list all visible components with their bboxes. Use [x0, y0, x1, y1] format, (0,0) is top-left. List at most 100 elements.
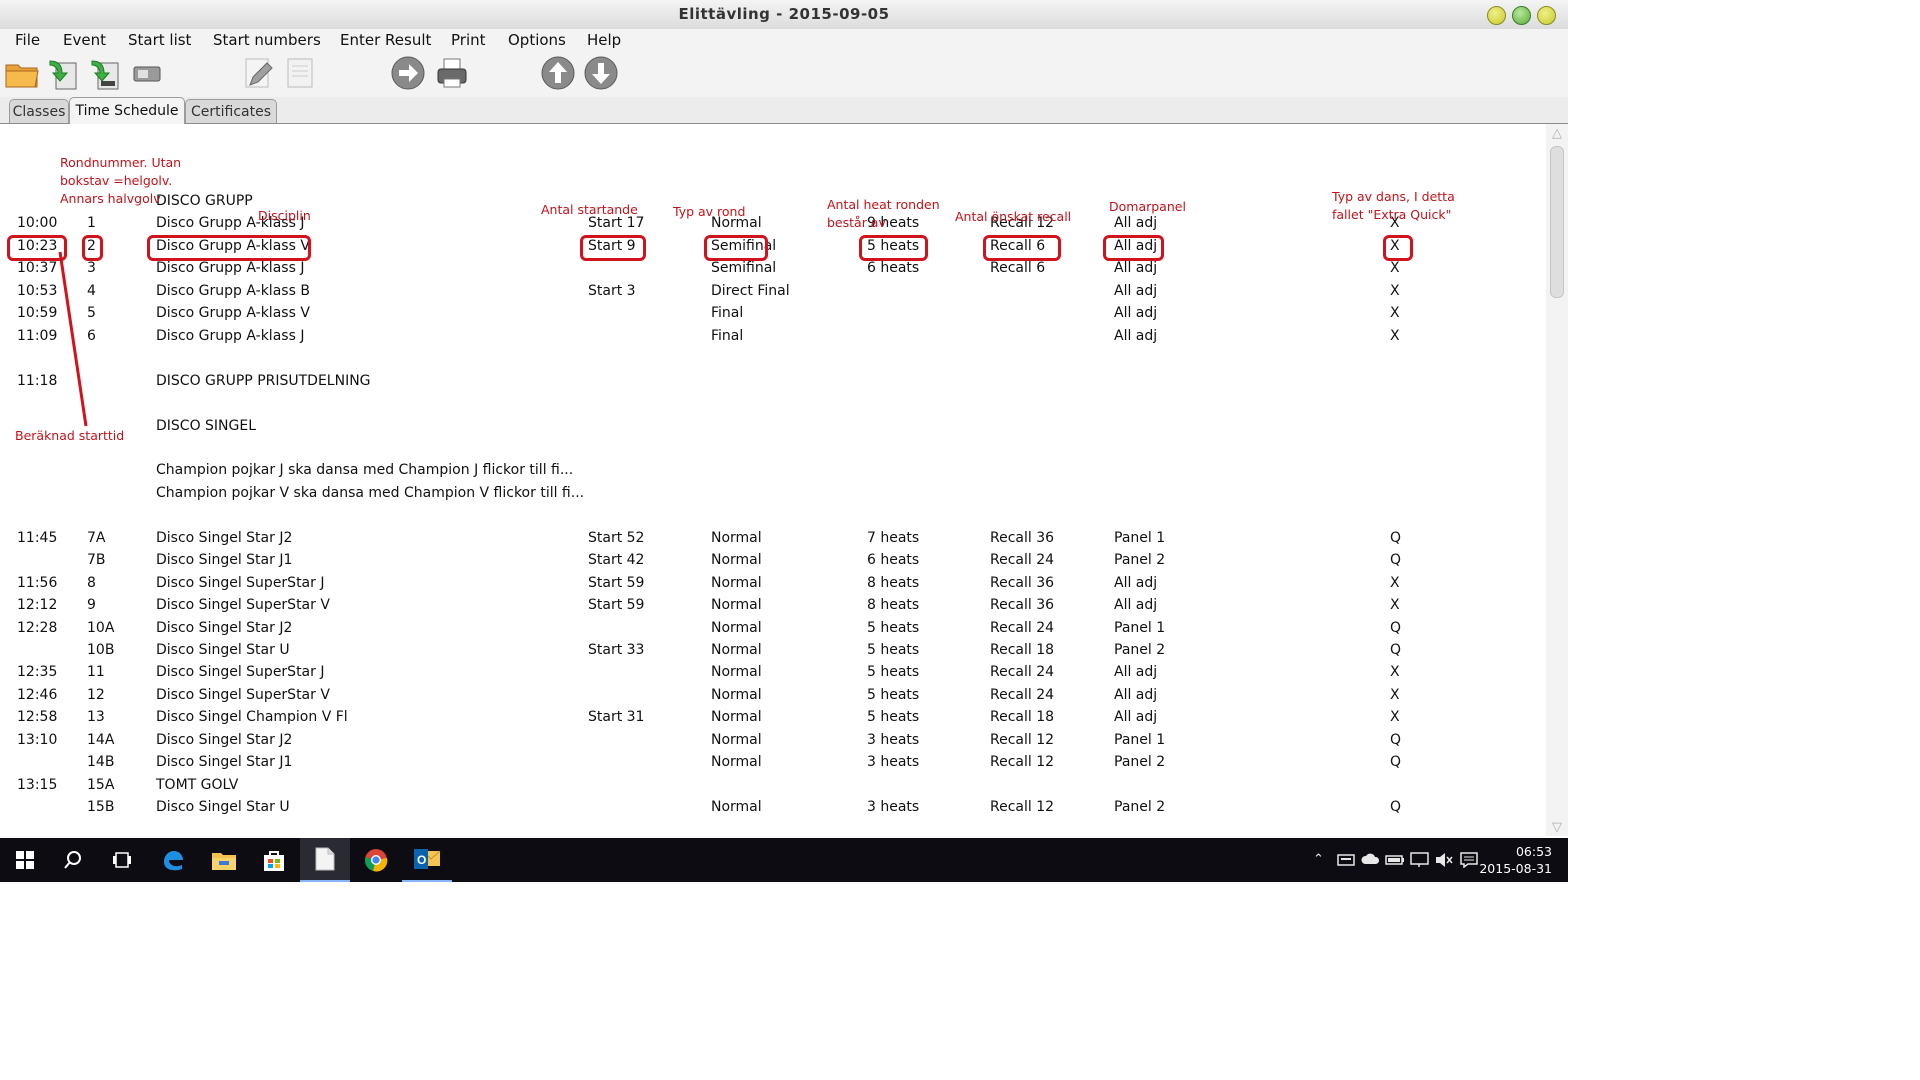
- schedule-row[interactable]: 11:45 7A Disco Singel Star J2 Start 52 Norma…: [2, 527, 1546, 549]
- display-icon[interactable]: [1410, 852, 1430, 872]
- tab-certificates[interactable]: Certificates: [185, 99, 277, 123]
- menu-event[interactable]: Event: [63, 31, 106, 49]
- schedule-row[interactable]: 10:59 5 Disco Grupp A-klass V Final All adj X: [2, 302, 1546, 324]
- menu-print[interactable]: Print: [451, 31, 486, 49]
- file-explorer-icon[interactable]: [199, 838, 249, 882]
- schedule-row[interactable]: 11:18 DISCO GRUPP PRISUTDELNING: [2, 370, 1546, 392]
- task-view-icon[interactable]: [97, 838, 147, 882]
- scrollbar-thumb[interactable]: [1550, 146, 1564, 298]
- row-round-number: 11: [87, 664, 105, 681]
- tab-time-schedule[interactable]: Time Schedule: [69, 97, 185, 124]
- row-recall: Recall 12: [990, 799, 1055, 816]
- edit-pencil-icon[interactable]: [240, 55, 276, 91]
- row-round-type: Normal: [711, 709, 762, 726]
- schedule-row[interactable]: [2, 347, 1546, 369]
- schedule-row[interactable]: Champion pojkar V ska dansa med Champion…: [2, 482, 1546, 504]
- schedule-row[interactable]: 11:56 8 Disco Singel SuperStar J Start 59 No…: [2, 572, 1546, 594]
- volume-muted-icon[interactable]: [1434, 852, 1454, 872]
- move-up-icon[interactable]: [540, 55, 576, 91]
- schedule-row[interactable]: 11:09 6 Disco Grupp A-klass J Final All adj X: [2, 325, 1546, 347]
- row-heats: 5 heats: [867, 686, 920, 703]
- close-button[interactable]: [1537, 6, 1556, 25]
- search-icon[interactable]: [48, 838, 98, 882]
- row-dance-type: X: [1390, 327, 1400, 344]
- schedule-row[interactable]: [2, 437, 1546, 459]
- usb-device-icon[interactable]: [130, 55, 166, 91]
- import-green-arrow-icon[interactable]: [46, 55, 82, 91]
- schedule-row[interactable]: 10:00 1 Disco Grupp A-klass J Start 17 Norma…: [2, 212, 1546, 234]
- menu-help[interactable]: Help: [587, 31, 621, 49]
- time-schedule-list[interactable]: 15B Disco Singel Star U Normal 3 heats Recal…: [2, 124, 1546, 836]
- schedule-row[interactable]: 12:58 13 Disco Singel Champion V Fl Start 3…: [2, 706, 1546, 728]
- row-judge-panel: All adj: [1114, 709, 1158, 726]
- schedule-row[interactable]: 10B Disco Singel Star U Start 33 Normal 5 he…: [2, 639, 1546, 661]
- row-judge-panel: Panel 2: [1114, 799, 1166, 816]
- row-dance-type: X: [1390, 709, 1400, 726]
- document-app-icon[interactable]: [300, 838, 350, 882]
- export-green-arrow-icon[interactable]: [88, 55, 124, 91]
- schedule-row[interactable]: [2, 392, 1546, 414]
- onedrive-cloud-icon[interactable]: [1361, 853, 1381, 869]
- row-dance-type: Q: [1390, 642, 1402, 658]
- action-center-icon[interactable]: [1460, 852, 1478, 872]
- scroll-down-icon[interactable]: ▽: [1549, 820, 1565, 835]
- network-drive-icon[interactable]: [1337, 853, 1355, 871]
- menu-file[interactable]: File: [15, 31, 40, 49]
- windows-start-icon[interactable]: [0, 838, 50, 882]
- vertical-scrollbar[interactable]: △ ▽: [1546, 124, 1568, 836]
- schedule-row[interactable]: 14B Disco Singel Star J1 Normal 3 heats Reca…: [2, 751, 1546, 773]
- row-dance-type: Q: [1390, 799, 1402, 816]
- row-recall: Recall 36: [990, 597, 1055, 614]
- row-discipline: Disco Singel SuperStar J: [156, 574, 325, 591]
- highlight-discipline: [147, 235, 311, 261]
- row-judge-panel: Panel 2: [1114, 754, 1166, 771]
- menu-start-numbers[interactable]: Start numbers: [213, 31, 321, 49]
- clock-time: 06:53: [1515, 844, 1552, 859]
- battery-icon[interactable]: [1385, 854, 1405, 870]
- row-round-type: Normal: [711, 686, 762, 703]
- highlight-dance: [1383, 235, 1413, 261]
- schedule-row[interactable]: 13:10 14A Disco Singel Star J2 Normal 3 heat…: [2, 729, 1546, 751]
- menu-start-list[interactable]: Start list: [128, 31, 191, 49]
- schedule-row[interactable]: [2, 504, 1546, 526]
- taskbar: O ⌃ 06:53 2015-08-31: [0, 838, 1568, 882]
- schedule-row[interactable]: 12:46 12 Disco Singel SuperStar V Normal 5 h…: [2, 684, 1546, 706]
- row-dance-type: Q: [1390, 619, 1402, 636]
- schedule-row[interactable]: 7B Disco Singel Star J1 Start 42 Normal 6 he…: [2, 549, 1546, 571]
- row-recall: Recall 12: [990, 754, 1055, 771]
- store-icon[interactable]: [249, 838, 299, 882]
- window-title: Elittävling - 2015-09-05: [678, 5, 890, 23]
- schedule-row[interactable]: 12:28 10A Disco Singel Star J2 Normal 5 heat…: [2, 617, 1546, 639]
- schedule-row[interactable]: Champion pojkar J ska dansa med Champion…: [2, 459, 1546, 481]
- row-round-number: 15B: [87, 799, 115, 816]
- outlook-icon[interactable]: O: [402, 838, 452, 882]
- row-round-type: Normal: [711, 799, 762, 816]
- row-start-count: Start 31: [588, 709, 645, 726]
- svg-text:O: O: [417, 853, 426, 867]
- tab-classes[interactable]: Classes: [9, 99, 69, 123]
- schedule-row[interactable]: DISCO SINGEL: [2, 415, 1546, 437]
- schedule-row[interactable]: 10:53 4 Disco Grupp A-klass B Start 3 Direct…: [2, 280, 1546, 302]
- schedule-row[interactable]: 12:12 9 Disco Singel SuperStar V Start 59 No…: [2, 594, 1546, 616]
- schedule-row[interactable]: 12:35 11 Disco Singel SuperStar J Normal 5 h…: [2, 661, 1546, 683]
- chrome-icon[interactable]: [351, 838, 401, 882]
- move-down-icon[interactable]: [583, 55, 619, 91]
- edge-browser-icon[interactable]: [148, 838, 198, 882]
- system-clock[interactable]: 06:53 2015-08-31: [1479, 843, 1552, 877]
- scroll-up-icon[interactable]: △: [1549, 126, 1565, 141]
- schedule-row[interactable]: DISCO GRUPP: [2, 190, 1546, 212]
- chevron-up-icon[interactable]: ⌃: [1313, 852, 1324, 867]
- schedule-row[interactable]: 15B Disco Singel Star U Normal 3 heats Recal…: [2, 796, 1546, 818]
- menu-options[interactable]: Options: [508, 31, 566, 49]
- printer-icon[interactable]: [434, 55, 470, 91]
- row-discipline: Disco Singel SuperStar J: [156, 664, 325, 681]
- menu-enter-result[interactable]: Enter Result: [340, 31, 431, 49]
- schedule-row[interactable]: 13:15 15A TOMT GOLV: [2, 774, 1546, 796]
- open-folder-icon[interactable]: [4, 55, 40, 91]
- document-icon[interactable]: [284, 55, 320, 91]
- annotation-domarpanel: Domarpanel: [1109, 199, 1186, 214]
- maximize-button[interactable]: [1512, 6, 1531, 25]
- row-judge-panel: Panel 1: [1114, 529, 1166, 546]
- forward-arrow-icon[interactable]: [390, 55, 426, 91]
- minimize-button[interactable]: [1487, 6, 1506, 25]
